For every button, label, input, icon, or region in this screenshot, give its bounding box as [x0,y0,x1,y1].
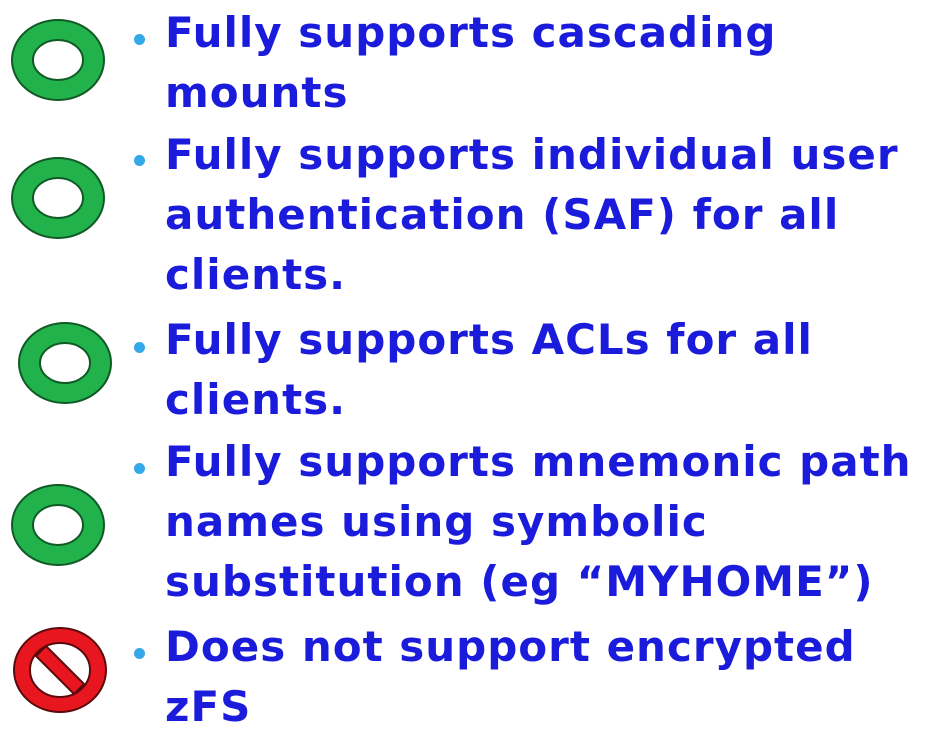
green-ring-icon [8,10,108,110]
green-ring-icon [15,313,115,413]
no-symbol-icon [10,620,110,720]
green-ring-icon [8,148,108,248]
bullet-dot [134,34,145,45]
list-item-text: Fully supports cascading mounts [165,8,777,117]
bullet-dot [134,155,145,166]
bullet-dot [134,463,145,474]
list-item-text: Does not support encrypted zFS [165,622,856,731]
bullet-dot [134,342,145,353]
bullet-dot [134,648,145,659]
list-item-text: Fully supports ACLs for all clients. [165,315,813,424]
list-item-text: Fully supports mnemonic path names using… [165,437,912,606]
green-ring-icon [8,475,108,575]
slide: Fully supports cascading mounts Fully su… [0,0,935,733]
list-item-text: Fully supports individual user authentic… [165,130,899,299]
